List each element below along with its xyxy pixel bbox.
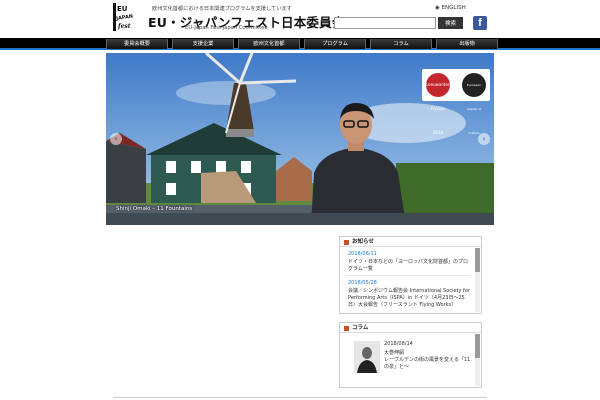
chevron-right-icon[interactable]: › — [478, 133, 490, 145]
nav-item-publications[interactable]: 出版物 — [436, 39, 498, 49]
hero-slider[interactable]: Leeuwarden Fryslân 2018 European Capital… — [106, 53, 494, 225]
nav-item-capital-of-culture[interactable]: 欧州文化首都 — [238, 39, 300, 49]
column-thumbnail[interactable] — [354, 341, 380, 373]
search-button[interactable]: 検索 — [438, 17, 463, 29]
nav-item-column[interactable]: コラム — [370, 39, 432, 49]
column-scrollbar[interactable] — [475, 334, 480, 386]
english-link-label: ENGLISH — [441, 5, 466, 11]
news-heading: お知らせ — [352, 239, 374, 245]
column-panel: コラム 2018/08/14 大巻伸嗣 レーワルデンの街の風景を変える「11の泉… — [339, 322, 482, 388]
column-heading: コラム — [352, 325, 369, 331]
nav-item-committee[interactable]: 委員会概要 — [106, 39, 168, 49]
site-subtitle: EU-Japan Fest Japan Committee — [185, 25, 268, 31]
eu-japan-fest-logo[interactable]: EU JAPAN fest — [113, 3, 135, 31]
column-excerpt[interactable]: レーワルデンの街の風景を変える「11の泉」と～ — [384, 357, 472, 371]
svg-text:JAPAN: JAPAN — [115, 14, 134, 22]
column-panel-header: コラム — [340, 323, 481, 333]
column-author[interactable]: 大巻伸嗣 — [384, 349, 404, 356]
english-link[interactable]: ◉ ENGLISH — [435, 5, 466, 11]
chevron-left-icon[interactable]: ‹ — [110, 133, 122, 145]
site-tagline: 欧州文化首都における日本関連プログラムを支援しています — [152, 6, 292, 12]
slide-caption: Shinji Omaki – 11 Fountains — [116, 206, 193, 212]
svg-text:EU: EU — [117, 5, 128, 13]
search-input[interactable] — [334, 17, 436, 29]
news-item-link[interactable]: ドイツ・日本などの「ヨーロッパ文化財首都」のプログラム一覧 — [348, 259, 470, 273]
main-nav: 委員会概要 支援企業 欧州文化首都 プログラム コラム 出版物 — [0, 38, 600, 50]
facebook-icon[interactable]: f — [473, 16, 487, 30]
news-item-link[interactable]: 会議／シンポジウム報告会 International Society for P… — [348, 288, 470, 309]
capital-of-culture-badge: European Capital of Culture — [462, 73, 486, 135]
news-panel-header: お知らせ — [340, 237, 481, 247]
news-panel: お知らせ 2018/06/11 ドイツ・日本などの「ヨーロッパ文化財首都」のプロ… — [339, 236, 482, 314]
site-header: EU JAPAN fest 欧州文化首都における日本関連プログラムを支援していま… — [0, 0, 600, 38]
scrollbar-thumb[interactable] — [475, 334, 480, 358]
column-date: 2018/08/14 — [384, 341, 413, 347]
nav-item-programs[interactable]: プログラム — [304, 39, 366, 49]
svg-text:fest: fest — [117, 23, 131, 30]
leeuwarden-badge: Leeuwarden Fryslân 2018 — [426, 73, 450, 135]
scrollbar-thumb[interactable] — [475, 248, 480, 272]
news-scrollbar[interactable] — [475, 248, 480, 312]
partner-badges[interactable]: Leeuwarden Fryslân 2018 European Capital… — [422, 69, 490, 135]
square-bullet-icon — [344, 326, 349, 331]
divider — [346, 275, 470, 276]
globe-icon: ◉ — [435, 5, 440, 11]
nav-item-sponsors[interactable]: 支援企業 — [172, 39, 234, 49]
square-bullet-icon — [344, 240, 349, 245]
news-date: 2018/06/11 — [348, 251, 377, 257]
news-date: 2018/05/28 — [348, 280, 377, 286]
